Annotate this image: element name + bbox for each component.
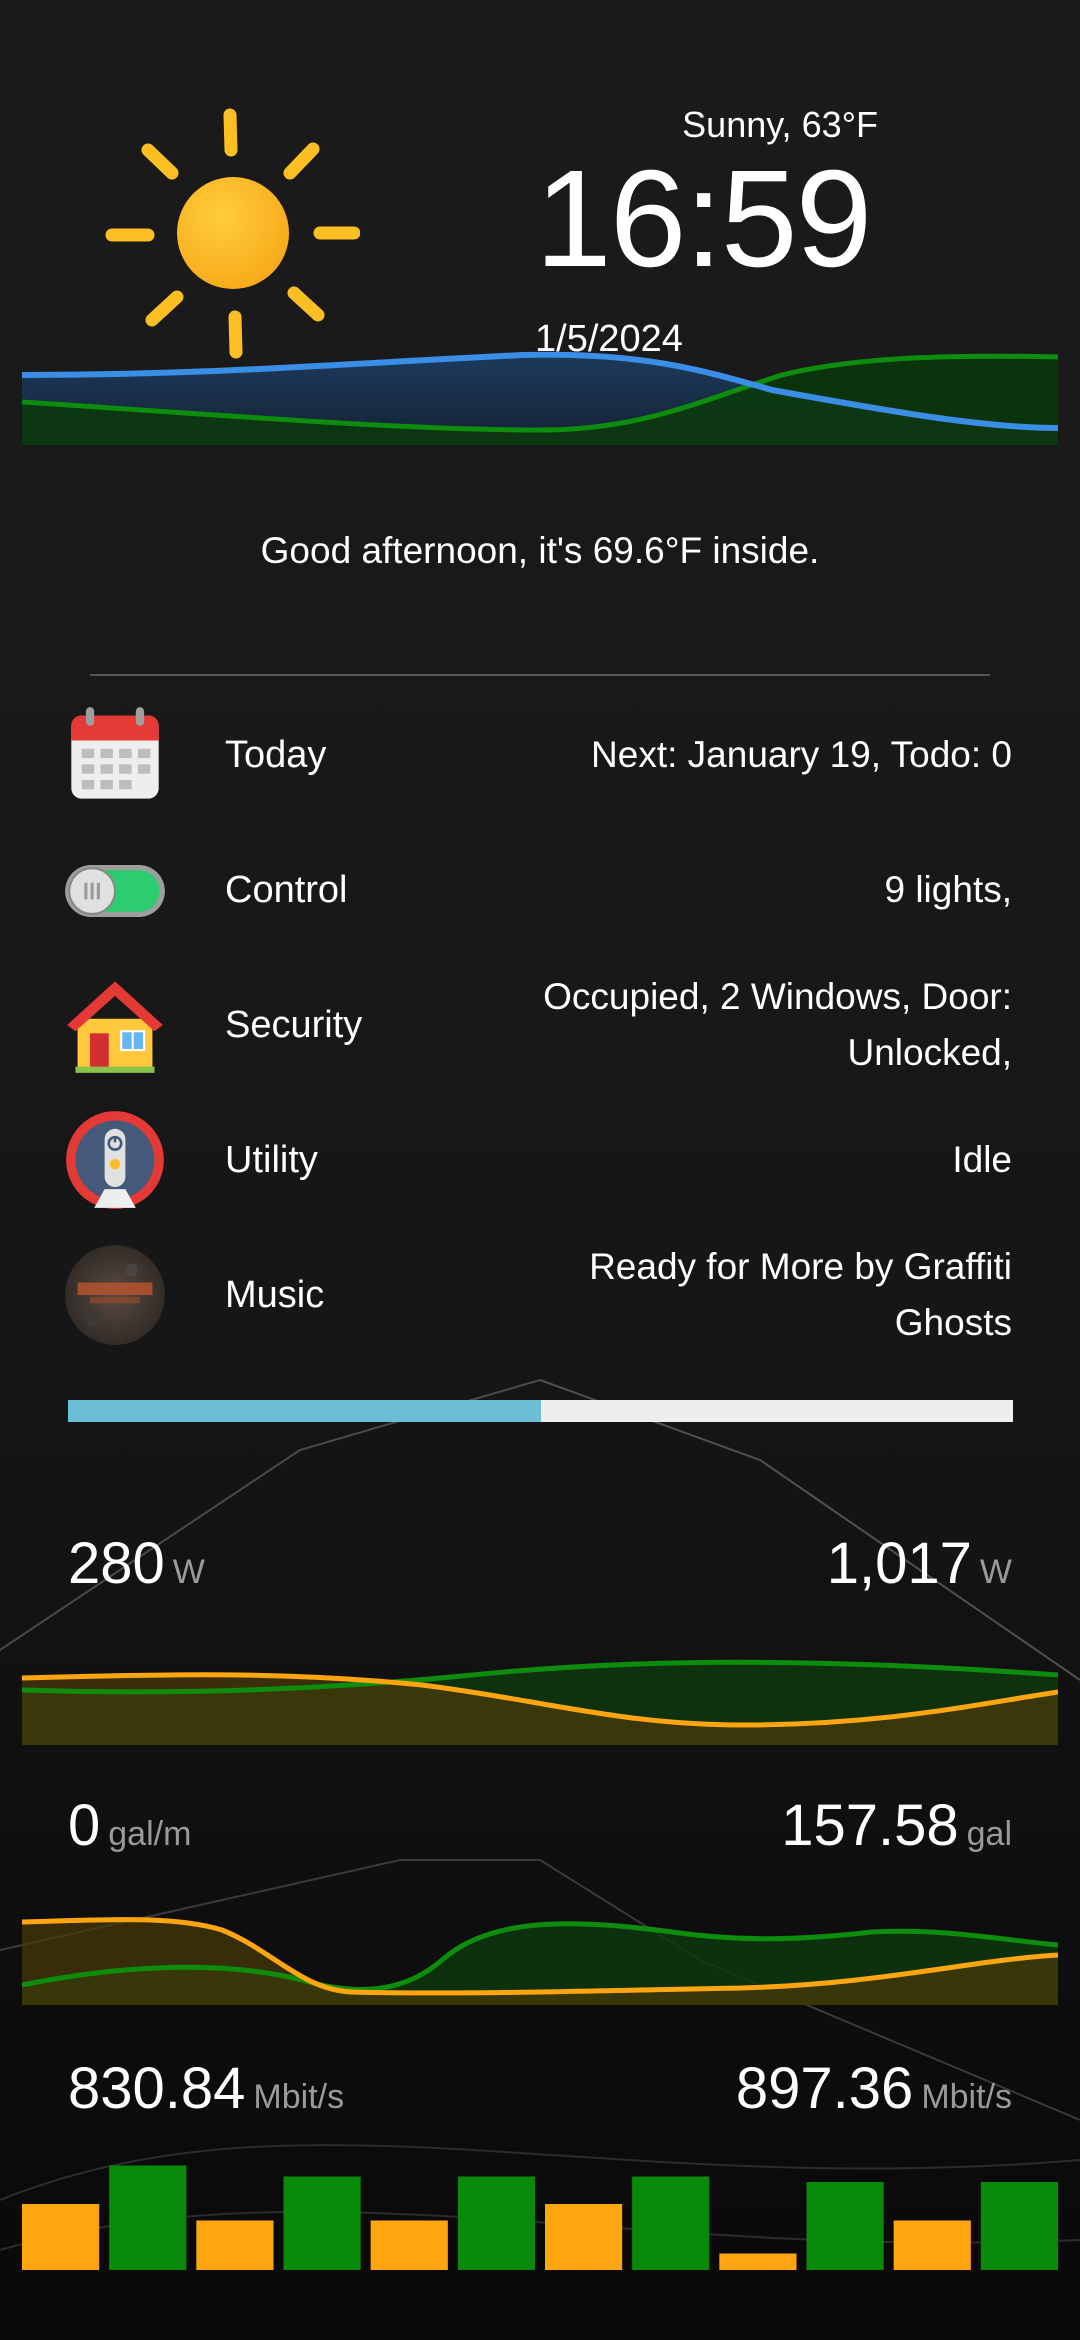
power-remote-icon [60, 1105, 170, 1215]
network-bar [980, 2182, 1058, 2270]
power-graph [22, 1659, 1058, 1745]
power-current-value: 280 [68, 1531, 165, 1596]
network-bar [109, 2165, 187, 2270]
music-progress-fill [68, 1400, 541, 1422]
water-graph [22, 1917, 1058, 2005]
row-control[interactable]: Control 9 lights, [60, 830, 1012, 950]
calendar-icon [60, 700, 170, 810]
network-upload-unit: Mbit/s [921, 2078, 1012, 2116]
row-value: Ready for More by Graffiti Ghosts [589, 1246, 1012, 1343]
divider [90, 674, 990, 676]
network-upload: 897.36 Mbit/s [736, 2055, 1012, 2122]
network-bar [457, 2176, 535, 2270]
house-icon [60, 970, 170, 1080]
weather-condition: Sunny, 63°F [682, 104, 878, 145]
power-current-unit: W [172, 1553, 205, 1591]
album-art-icon [60, 1240, 170, 1350]
row-value: Occupied, 2 Windows, Door: Unlocked, [543, 976, 1012, 1073]
network-bar [632, 2176, 710, 2270]
water-flow-unit: gal/m [108, 1815, 192, 1853]
power-total-value: 1,017 [826, 1531, 972, 1596]
row-label: Control [225, 868, 348, 911]
network-bar [893, 2220, 971, 2270]
network-bar [22, 2204, 100, 2270]
network-bar [196, 2220, 274, 2270]
water-total-unit: gal [966, 1815, 1012, 1853]
row-label: Music [225, 1273, 325, 1316]
toggle-switch-icon [60, 835, 170, 945]
water-total-value: 157.58 [781, 1793, 959, 1858]
network-bar [806, 2182, 884, 2270]
network-bar [719, 2253, 797, 2270]
row-value: Next: January 19, Todo: 0 [591, 734, 1012, 775]
greeting-text: Good afternoon, it's 69.6°F inside. [260, 530, 820, 571]
weather-graph [22, 351, 1058, 445]
row-value: 9 lights, [884, 869, 1012, 910]
row-label: Today [225, 733, 327, 776]
row-label: Utility [225, 1138, 318, 1181]
clock-time: 16:59 [535, 142, 872, 296]
network-bar [283, 2176, 361, 2270]
water-flow-value: 0 [68, 1793, 101, 1858]
network-upload-value: 897.36 [735, 2056, 914, 2121]
power-total-unit: W [979, 1553, 1012, 1591]
power-current: 280 W [68, 1530, 205, 1597]
network-bar [545, 2204, 623, 2270]
row-music[interactable]: Music Ready for More by Graffiti Ghosts [60, 1235, 1012, 1355]
power-total: 1,017 W [827, 1530, 1012, 1597]
network-download: 830.84 Mbit/s [68, 2055, 344, 2122]
network-bars [22, 2165, 1058, 2270]
music-progress-bar[interactable] [68, 1400, 1013, 1422]
sun-icon [105, 108, 360, 359]
water-flow: 0 gal/m [68, 1792, 191, 1859]
network-download-unit: Mbit/s [253, 2078, 345, 2116]
row-label: Security [225, 1003, 363, 1046]
row-value: Idle [952, 1139, 1012, 1180]
row-security[interactable]: Security Occupied, 2 Windows, Door: Unlo… [60, 965, 1012, 1085]
network-download-value: 830.84 [68, 2056, 246, 2121]
row-utility[interactable]: Utility Idle [60, 1100, 1012, 1220]
row-today[interactable]: Today Next: January 19, Todo: 0 [60, 695, 1012, 815]
network-bar [370, 2220, 448, 2270]
water-total: 157.58 gal [781, 1792, 1012, 1859]
